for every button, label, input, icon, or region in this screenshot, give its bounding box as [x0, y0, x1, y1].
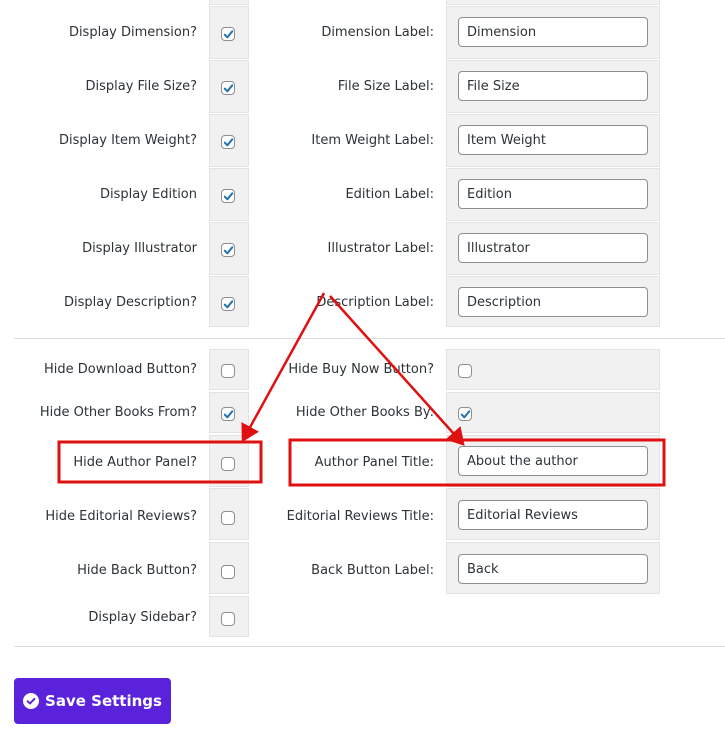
editorial-reviews-title-label: Editorial Reviews Title:: [286, 509, 434, 524]
item-weight-label-input[interactable]: [458, 125, 648, 155]
display-illustrator-checkbox[interactable]: [221, 243, 235, 257]
edition-label-input[interactable]: [458, 179, 648, 209]
file-size-label-field-label: File Size Label:: [337, 79, 434, 94]
input-cell: [446, 60, 660, 113]
editorial-reviews-title-input[interactable]: [458, 500, 648, 530]
display-description-row: Display Description? Description Label:: [0, 276, 725, 329]
dimension-label-field-label: Dimension Label:: [321, 25, 434, 40]
check-circle-icon: [23, 693, 40, 709]
display-illustrator-row: Display Illustrator Illustrator Label:: [0, 222, 725, 275]
input-cell: [446, 435, 660, 487]
display-dimension-row: Display Dimension? Dimension Label:: [0, 6, 725, 59]
input-cell-partial: [446, 0, 660, 5]
description-label-input[interactable]: [458, 287, 648, 317]
save-settings-label: Save Settings: [45, 692, 162, 710]
input-cell: [446, 488, 660, 540]
back-button-row: Hide Back Button? Back Button Label:: [0, 542, 725, 594]
hide-back-button-label: Hide Back Button?: [77, 563, 197, 578]
input-cell: [446, 168, 660, 221]
checkmark-icon: [223, 300, 234, 309]
editorial-reviews-row: Hide Editorial Reviews? Editorial Review…: [0, 488, 725, 540]
input-cell: [446, 6, 660, 59]
display-edition-row: Display Edition Edition Label:: [0, 168, 725, 221]
display-edition-label: Display Edition: [99, 187, 197, 202]
hide-editorial-reviews-checkbox[interactable]: [221, 511, 235, 525]
hide-other-books-by-label: Hide Other Books By:: [295, 405, 434, 420]
display-dimension-checkbox[interactable]: [221, 27, 235, 41]
dimension-label-input[interactable]: [458, 17, 648, 47]
display-description-label: Display Description?: [64, 295, 197, 310]
hide-buy-now-button-label: Hide Buy Now Button?: [288, 362, 434, 377]
hide-other-books-row: Hide Other Books From? Hide Other Books …: [0, 392, 725, 433]
checkbox-cell: [209, 60, 249, 113]
back-button-label-input[interactable]: [458, 554, 648, 584]
display-sidebar-label: Display Sidebar?: [88, 610, 197, 625]
display-file-size-row: Display File Size? File Size Label:: [0, 60, 725, 113]
checkmark-icon: [223, 138, 234, 147]
checkmark-icon: [223, 84, 234, 93]
hide-other-books-from-checkbox[interactable]: [221, 407, 235, 421]
checkbox-cell: [209, 542, 249, 594]
checkbox-cell: [209, 6, 249, 59]
checkbox-cell: [209, 114, 249, 167]
section-divider: [14, 646, 725, 647]
display-edition-checkbox[interactable]: [221, 189, 235, 203]
hide-buy-now-button-checkbox[interactable]: [458, 364, 472, 378]
display-item-weight-checkbox[interactable]: [221, 135, 235, 149]
display-dimension-label: Display Dimension?: [68, 25, 197, 40]
hide-author-panel-label: Hide Author Panel?: [73, 455, 197, 470]
display-item-weight-row: Display Item Weight? Item Weight Label:: [0, 114, 725, 167]
input-cell: [446, 114, 660, 167]
illustrator-label-field-label: Illustrator Label:: [327, 241, 434, 256]
description-label-field-label: Description Label:: [316, 295, 434, 310]
save-settings-button[interactable]: Save Settings: [14, 678, 171, 724]
edition-label-field-label: Edition Label:: [345, 187, 434, 202]
author-panel-title-label: Author Panel Title:: [314, 455, 434, 470]
checkbox-cell: [209, 276, 249, 327]
hide-download-button-label: Hide Download Button?: [44, 362, 197, 377]
item-weight-label-field-label: Item Weight Label:: [311, 133, 434, 148]
hide-download-row: Hide Download Button? Hide Buy Now Butto…: [0, 349, 725, 390]
checkmark-icon: [223, 410, 234, 419]
input-cell: [446, 276, 660, 327]
author-panel-title-input[interactable]: [458, 446, 648, 476]
back-button-label-field-label: Back Button Label:: [311, 563, 434, 578]
hide-download-button-checkbox[interactable]: [221, 364, 235, 378]
file-size-label-input[interactable]: [458, 71, 648, 101]
checkmark-icon: [223, 246, 234, 255]
checkbox-cell: [446, 349, 660, 390]
hide-other-books-from-label: Hide Other Books From?: [39, 405, 197, 420]
checkmark-icon: [223, 30, 234, 39]
author-panel-row: Hide Author Panel? Author Panel Title:: [0, 435, 725, 487]
input-cell: [446, 542, 660, 594]
display-description-checkbox[interactable]: [221, 297, 235, 311]
checkmark-icon: [223, 192, 234, 201]
hide-author-panel-checkbox[interactable]: [221, 457, 235, 471]
section-divider: [14, 338, 725, 339]
checkbox-cell: [209, 349, 249, 390]
illustrator-label-input[interactable]: [458, 233, 648, 263]
checkbox-cell: [209, 392, 249, 433]
checkbox-cell: [209, 222, 249, 275]
checkbox-cell: [209, 435, 249, 487]
display-sidebar-checkbox[interactable]: [221, 612, 235, 626]
display-sidebar-row: Display Sidebar?: [0, 596, 725, 637]
checkbox-cell: [446, 392, 660, 433]
hide-other-books-by-checkbox[interactable]: [458, 407, 472, 421]
checkbox-cell-partial: [209, 0, 249, 5]
checkbox-cell: [209, 488, 249, 540]
hide-back-button-checkbox[interactable]: [221, 565, 235, 579]
display-file-size-checkbox[interactable]: [221, 81, 235, 95]
display-item-weight-label: Display Item Weight?: [59, 133, 197, 148]
checkmark-icon: [460, 410, 471, 419]
input-cell: [446, 222, 660, 275]
checkbox-cell: [209, 168, 249, 221]
display-file-size-label: Display File Size?: [85, 79, 197, 94]
checkbox-cell: [209, 596, 249, 637]
display-illustrator-label: Display Illustrator: [82, 241, 197, 256]
hide-editorial-reviews-label: Hide Editorial Reviews?: [45, 509, 197, 524]
